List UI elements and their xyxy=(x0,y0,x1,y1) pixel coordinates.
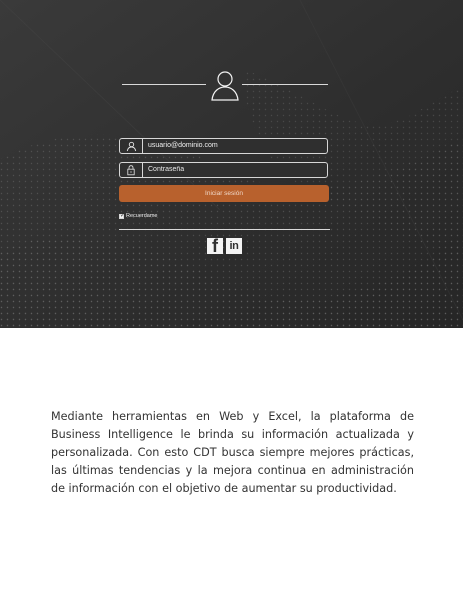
login-button[interactable]: Iniciar sesión xyxy=(119,185,329,202)
business-intelligence-description: Mediante herramientas en Web y Excel, la… xyxy=(51,410,414,495)
email-input[interactable] xyxy=(148,139,324,153)
login-hero-panel: Iniciar sesión ✓ Recuerdame f in xyxy=(0,0,463,328)
email-field-container xyxy=(119,138,328,154)
lock-icon xyxy=(120,163,143,177)
facebook-icon[interactable]: f xyxy=(207,238,223,254)
remember-label: Recuerdame xyxy=(126,213,158,219)
password-input[interactable] xyxy=(148,163,324,177)
linkedin-icon[interactable]: in xyxy=(226,238,242,254)
checkmark-icon: ✓ xyxy=(120,212,126,219)
login-page: Iniciar sesión ✓ Recuerdame f in Mediant… xyxy=(0,0,463,600)
password-field-container xyxy=(119,162,328,178)
profile-header xyxy=(120,69,330,103)
profile-right-line xyxy=(242,84,328,85)
user-icon xyxy=(120,139,143,153)
social-links: f in xyxy=(207,238,243,256)
form-divider xyxy=(119,229,330,230)
remember-me-option[interactable]: ✓ Recuerdame xyxy=(119,212,158,220)
profile-left-line xyxy=(122,84,206,85)
user-profile-icon xyxy=(211,71,239,101)
remember-checkbox[interactable]: ✓ xyxy=(119,212,126,219)
